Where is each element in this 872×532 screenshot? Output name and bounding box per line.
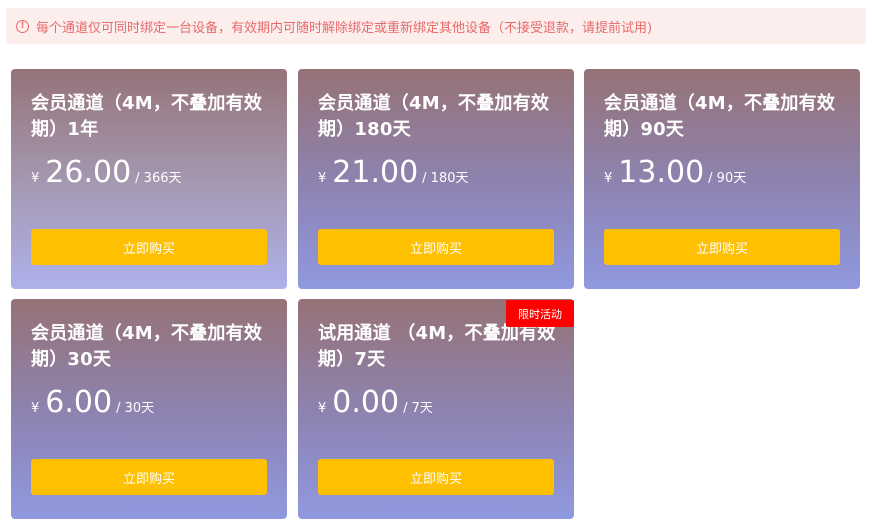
- buy-button[interactable]: 立即购买: [31, 229, 267, 265]
- plan-card-90d: 会员通道（4M，不叠加有效期）90天 ¥ 13.00 / 90天 立即购买: [584, 69, 860, 289]
- price-amount: 21.00: [332, 155, 419, 190]
- price-amount: 26.00: [45, 155, 132, 190]
- buy-button[interactable]: 立即购买: [318, 459, 554, 495]
- currency-symbol: ¥: [318, 401, 327, 416]
- limited-offer-badge: 限时活动: [506, 300, 574, 327]
- price-row: ¥ 26.00 / 366天: [31, 155, 182, 190]
- plan-card-trial-7d: 试用通道 （4M，不叠加有效期）7天 ¥ 0.00 / 7天 立即购买: [298, 299, 574, 519]
- plan-card-1y: 会员通道（4M，不叠加有效期）1年 ¥ 26.00 / 366天 立即购买: [11, 69, 287, 289]
- buy-button[interactable]: 立即购买: [31, 459, 267, 495]
- currency-symbol: ¥: [604, 171, 613, 186]
- plan-title: 试用通道 （4M，不叠加有效期）7天: [318, 323, 556, 370]
- buy-button[interactable]: 立即购买: [604, 229, 840, 265]
- price-amount: 6.00: [45, 385, 113, 420]
- price-period: / 180天: [422, 171, 469, 186]
- info-icon: !: [16, 19, 29, 33]
- notice-text: 每个通道仅可同时绑定一台设备，有效期内可随时解除绑定或重新绑定其他设备（不接受退…: [36, 20, 653, 36]
- buy-button[interactable]: 立即购买: [318, 229, 554, 265]
- currency-symbol: ¥: [31, 171, 40, 186]
- plan-card-30d: 会员通道（4M，不叠加有效期）30天 ¥ 6.00 / 30天 立即购买: [11, 299, 287, 519]
- price-amount: 0.00: [332, 385, 400, 420]
- price-row: ¥ 21.00 / 180天: [318, 155, 469, 190]
- price-row: ¥ 13.00 / 90天: [604, 155, 746, 190]
- price-row: ¥ 0.00 / 7天: [318, 385, 433, 420]
- price-period: / 30天: [116, 401, 155, 416]
- plan-title: 会员通道（4M，不叠加有效期）1年: [31, 93, 263, 140]
- plan-title: 会员通道（4M，不叠加有效期）90天: [604, 93, 836, 140]
- currency-symbol: ¥: [31, 401, 40, 416]
- price-period: / 366天: [135, 171, 182, 186]
- currency-symbol: ¥: [318, 171, 327, 186]
- price-period: / 7天: [403, 401, 433, 416]
- plan-card-180d: 会员通道（4M，不叠加有效期）180天 ¥ 21.00 / 180天 立即购买: [298, 69, 574, 289]
- price-amount: 13.00: [618, 155, 705, 190]
- plan-title: 会员通道（4M，不叠加有效期）180天: [318, 93, 550, 140]
- price-row: ¥ 6.00 / 30天: [31, 385, 154, 420]
- notice-banner: ! 每个通道仅可同时绑定一台设备，有效期内可随时解除绑定或重新绑定其他设备（不接…: [6, 8, 866, 44]
- plan-title: 会员通道（4M，不叠加有效期）30天: [31, 323, 263, 370]
- price-period: / 90天: [708, 171, 747, 186]
